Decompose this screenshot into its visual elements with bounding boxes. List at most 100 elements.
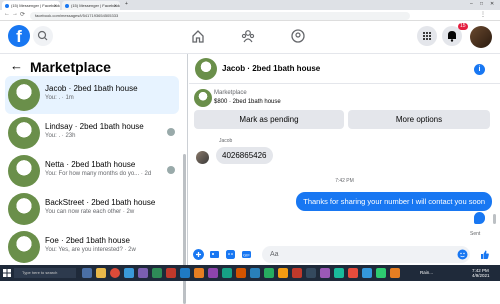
marketplace-listing-card[interactable]: Marketplace $800 · 2bed 1bath house bbox=[189, 87, 500, 109]
app-icon[interactable] bbox=[250, 268, 260, 278]
conversation-name: Netta · 2bed 1bath house bbox=[45, 160, 136, 169]
minimize-icon[interactable]: – bbox=[470, 1, 473, 7]
search-button[interactable] bbox=[33, 26, 53, 46]
gif-icon[interactable]: GIF bbox=[241, 249, 252, 260]
sidebar-title: Marketplace bbox=[30, 59, 111, 75]
chat-scrollbar[interactable] bbox=[493, 214, 496, 224]
url-field[interactable]: facebook.com/messages/t/5417193654505333 bbox=[30, 11, 410, 20]
conversation-item[interactable]: Foe · 2bed 1bath house You: Yes, are you… bbox=[5, 228, 179, 266]
app-icon[interactable] bbox=[264, 268, 274, 278]
back-arrow-icon[interactable]: ← bbox=[10, 58, 23, 73]
app-icon[interactable] bbox=[222, 268, 232, 278]
home-icon[interactable] bbox=[190, 28, 206, 44]
app-icon[interactable] bbox=[278, 268, 288, 278]
listing-thumbnail bbox=[194, 89, 212, 107]
conversation-preview: You: Yes, are you interested? · 2w bbox=[45, 247, 136, 253]
close-tab-icon[interactable]: ✕ bbox=[54, 1, 57, 10]
tab-title: (15) Messenger | Facebook bbox=[11, 3, 60, 8]
browser-tab-active[interactable]: (15) Messenger | Facebook ✕ bbox=[2, 1, 60, 10]
facebook-logo[interactable]: f bbox=[8, 25, 30, 47]
seen-avatar-icon bbox=[167, 166, 175, 174]
conversation-preview: You: . · 23h bbox=[45, 133, 76, 139]
facebook-header: f bbox=[0, 21, 500, 54]
app-icon[interactable] bbox=[292, 268, 302, 278]
app-icon[interactable] bbox=[166, 268, 176, 278]
profile-circle-icon[interactable] bbox=[290, 28, 306, 44]
app-icon[interactable] bbox=[348, 268, 358, 278]
weather-text[interactable]: Rain... bbox=[420, 270, 433, 275]
account-avatar[interactable] bbox=[470, 26, 492, 48]
menu-grid-button[interactable] bbox=[417, 26, 437, 46]
sender-avatar[interactable] bbox=[196, 151, 209, 164]
close-tab-icon[interactable]: ✕ bbox=[114, 1, 117, 10]
close-window-icon[interactable]: ✕ bbox=[490, 1, 494, 7]
app-icon[interactable] bbox=[334, 268, 344, 278]
app-icon[interactable] bbox=[180, 268, 190, 278]
conversation-name: Jacob · 2bed 1bath house bbox=[45, 84, 138, 93]
seen-avatar-icon bbox=[167, 128, 175, 136]
sent-status: Sent bbox=[470, 231, 481, 237]
listing-thumbnail bbox=[8, 231, 40, 263]
back-nav-icon[interactable]: ← bbox=[4, 11, 10, 17]
search-icon bbox=[37, 30, 48, 41]
more-options-button[interactable]: More options bbox=[348, 110, 490, 129]
app-icon[interactable] bbox=[152, 268, 162, 278]
photo-icon[interactable] bbox=[209, 249, 220, 260]
message-input[interactable]: Aa bbox=[262, 246, 470, 263]
listing-thumbnail bbox=[8, 155, 40, 187]
notification-count-badge: 15 bbox=[458, 23, 468, 30]
chat-thumbnail[interactable] bbox=[195, 58, 217, 80]
message-composer: GIF Aa bbox=[189, 244, 500, 265]
thumbs-up-icon[interactable] bbox=[479, 249, 490, 260]
message-sender-name: Jacob bbox=[219, 138, 233, 144]
chat-title[interactable]: Jacob · 2bed 1bath house bbox=[222, 64, 320, 73]
reload-icon[interactable]: ⟳ bbox=[20, 11, 25, 18]
edge-icon[interactable] bbox=[124, 268, 134, 278]
conversation-item[interactable]: BackStreet · 2bed 1bath house You can no… bbox=[5, 190, 179, 228]
windows-taskbar: Type here to search Rain... 7:42 PM 4/9/… bbox=[0, 265, 500, 281]
app-icon[interactable] bbox=[208, 268, 218, 278]
app-icon[interactable] bbox=[390, 268, 400, 278]
new-tab-icon[interactable]: + bbox=[125, 1, 128, 7]
incoming-message: 4026865426 bbox=[216, 147, 273, 164]
forward-nav-icon[interactable]: → bbox=[12, 11, 18, 17]
conversation-preview: You: For how many months do yo... · 2d bbox=[45, 171, 152, 177]
listing-thumbnail bbox=[8, 193, 40, 225]
conversation-item[interactable]: Netta · 2bed 1bath house You: For how ma… bbox=[5, 152, 179, 190]
info-icon[interactable]: i bbox=[474, 64, 485, 75]
browser-menu-icon[interactable]: ⋮ bbox=[480, 11, 486, 18]
app-icon[interactable] bbox=[138, 268, 148, 278]
conversation-name: BackStreet · 2bed 1bath house bbox=[45, 198, 156, 207]
windows-start-icon[interactable] bbox=[2, 268, 12, 278]
browser-tab-strip: (15) Messenger | Facebook ✕ (15) Messeng… bbox=[0, 0, 500, 10]
emoji-icon[interactable] bbox=[457, 249, 468, 260]
conversation-name: Foe · 2bed 1bath house bbox=[45, 236, 130, 245]
task-view-icon[interactable] bbox=[82, 268, 92, 278]
sidebar-scrollbar[interactable] bbox=[183, 154, 186, 304]
maximize-icon[interactable]: □ bbox=[480, 1, 483, 7]
conversation-item[interactable]: Jacob · 2bed 1bath house You: . · 1m bbox=[5, 76, 179, 114]
chat-header: Jacob · 2bed 1bath house i bbox=[189, 54, 500, 84]
app-icon[interactable] bbox=[320, 268, 330, 278]
conversation-name: Lindsay · 2bed 1bath house bbox=[45, 122, 144, 131]
chrome-icon[interactable] bbox=[110, 268, 120, 278]
app-icon[interactable] bbox=[194, 268, 204, 278]
groups-icon[interactable] bbox=[240, 28, 256, 44]
mark-as-pending-button[interactable]: Mark as pending bbox=[194, 110, 344, 129]
app-icon[interactable] bbox=[376, 268, 386, 278]
app-icon[interactable] bbox=[306, 268, 316, 278]
marketplace-sidebar: ← Marketplace Jacob · 2bed 1bath house Y… bbox=[0, 54, 188, 304]
sticker-icon[interactable] bbox=[225, 249, 236, 260]
chat-panel: Jacob · 2bed 1bath house i Marketplace $… bbox=[189, 54, 500, 265]
address-bar: ← → ⟳ facebook.com/messages/t/5417193654… bbox=[0, 10, 500, 21]
listing-price: $800 · 2bed 1bath house bbox=[214, 99, 281, 105]
tab-title: (15) Messenger | Facebook bbox=[71, 3, 120, 8]
plus-icon[interactable] bbox=[193, 249, 204, 260]
conversation-item[interactable]: Lindsay · 2bed 1bath house You: . · 23h bbox=[5, 114, 179, 152]
file-explorer-icon[interactable] bbox=[96, 268, 106, 278]
app-icon[interactable] bbox=[362, 268, 372, 278]
app-icon[interactable] bbox=[236, 268, 246, 278]
clock-date[interactable]: 4/9/2021 bbox=[472, 273, 490, 278]
browser-tab[interactable]: (15) Messenger | Facebook ✕ bbox=[62, 1, 120, 10]
taskbar-search[interactable]: Type here to search bbox=[14, 268, 76, 278]
